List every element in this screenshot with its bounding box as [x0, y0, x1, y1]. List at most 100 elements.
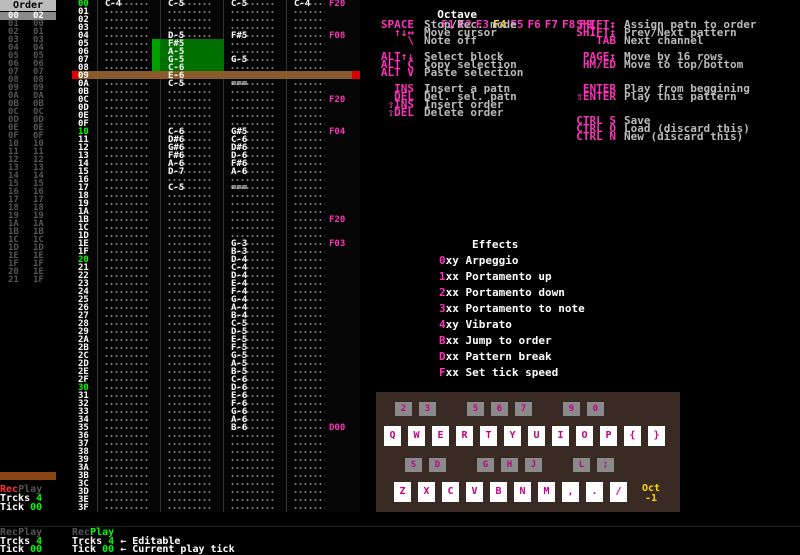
- piano-white-key[interactable]: Y: [504, 426, 521, 446]
- pattern-row[interactable]: 33 G-6: [75, 408, 360, 417]
- piano-white-key[interactable]: C: [442, 482, 459, 502]
- pattern-row[interactable]: 21 C-4: [75, 264, 360, 273]
- pattern-row[interactable]: 35 B-6 D00: [75, 424, 360, 433]
- pattern-row[interactable]: 1E G-3 F03: [75, 240, 360, 249]
- piano-white-key[interactable]: Z: [394, 482, 411, 502]
- piano-white-key[interactable]: V: [466, 482, 483, 502]
- piano-keyboard[interactable]: Oct -1 2 3 5 6 7 9 0 Q W E R T Y U I O P {} S D G H J L; Z X C V B N M…: [376, 392, 680, 512]
- pattern-row[interactable]: 12 G#6 D#6: [75, 144, 360, 153]
- pattern-row[interactable]: 16: [75, 176, 360, 185]
- pattern-row[interactable]: 11 D#6 C-6: [75, 136, 360, 145]
- piano-white-key[interactable]: B: [490, 482, 507, 502]
- pattern-row[interactable]: 39: [75, 456, 360, 465]
- pattern-row[interactable]: 0A C-5 ===: [75, 80, 360, 89]
- note-cell[interactable]: A-6: [231, 168, 263, 177]
- piano-white-key[interactable]: /: [610, 482, 627, 502]
- pattern-rows[interactable]: 00 C-4 C-5 C-5 C-4 F20 01 02 03 04 D-5 F#5 F08 05 F#5 0…: [75, 0, 360, 513]
- piano-black-key[interactable]: G: [477, 458, 494, 472]
- pattern-row[interactable]: 0C F20: [75, 96, 360, 105]
- note-cell[interactable]: B-6: [231, 424, 263, 433]
- piano-black-key[interactable]: ;: [597, 458, 614, 472]
- pattern-row[interactable]: 1F B-3: [75, 248, 360, 257]
- pattern-row[interactable]: 02: [75, 16, 360, 25]
- pattern-row[interactable]: 3C: [75, 480, 360, 489]
- pattern-row[interactable]: 1B F20: [75, 216, 360, 225]
- piano-white-key[interactable]: T: [480, 426, 497, 446]
- piano-white-key[interactable]: M: [538, 482, 555, 502]
- pattern-row[interactable]: 3E: [75, 496, 360, 505]
- note-cell[interactable]: G-5: [231, 56, 263, 65]
- pattern-row[interactable]: 34 A-6: [75, 416, 360, 425]
- piano-white-key[interactable]: }: [648, 426, 665, 446]
- pattern-row[interactable]: 2A E-5: [75, 336, 360, 345]
- pattern-row[interactable]: 17 C-5 ===: [75, 184, 360, 193]
- pattern-row[interactable]: 3F: [75, 504, 360, 513]
- piano-white-key[interactable]: E: [432, 426, 449, 446]
- piano-white-key[interactable]: U: [528, 426, 545, 446]
- pattern-row[interactable]: 25 G-4: [75, 296, 360, 305]
- piano-black-key[interactable]: S: [405, 458, 422, 472]
- pattern-row[interactable]: 22 D-4: [75, 272, 360, 281]
- note-cell[interactable]: ===: [231, 80, 263, 89]
- note-cell[interactable]: F#5: [231, 32, 263, 41]
- pattern-row[interactable]: 23 E-4: [75, 280, 360, 289]
- note-cell[interactable]: C-5: [231, 0, 263, 9]
- pattern-row[interactable]: 15 D-7 A-6: [75, 168, 360, 177]
- pattern-row[interactable]: 2D A-5: [75, 360, 360, 369]
- effect-cell[interactable]: F04: [329, 128, 357, 137]
- pattern-row[interactable]: 32 F-6: [75, 400, 360, 409]
- piano-white-key[interactable]: P: [600, 426, 617, 446]
- pattern-row[interactable]: 29 D-5: [75, 328, 360, 337]
- pattern-row[interactable]: 2C G-5: [75, 352, 360, 361]
- note-cell[interactable]: C-5: [168, 80, 200, 89]
- pattern-row[interactable]: 18: [75, 192, 360, 201]
- pattern-row[interactable]: 0E: [75, 112, 360, 121]
- pattern-row[interactable]: 06 A-5: [75, 48, 360, 57]
- piano-black-key[interactable]: H: [501, 458, 518, 472]
- piano-black-key[interactable]: 0: [587, 402, 604, 416]
- pattern-row[interactable]: 2E B-5: [75, 368, 360, 377]
- note-cell[interactable]: D-7: [168, 168, 200, 177]
- pattern-row[interactable]: 09 E-6: [75, 72, 360, 81]
- pattern-row[interactable]: 19: [75, 200, 360, 209]
- piano-black-key[interactable]: 2: [395, 402, 412, 416]
- pattern-row[interactable]: 3D: [75, 488, 360, 497]
- pattern-row[interactable]: 31 E-6: [75, 392, 360, 401]
- piano-black-key[interactable]: J: [525, 458, 542, 472]
- effect-cell[interactable]: F03: [329, 240, 357, 249]
- note-cell[interactable]: C-4: [294, 0, 326, 9]
- piano-black-key[interactable]: 3: [419, 402, 436, 416]
- pattern-row[interactable]: 07 G-5 G-5: [75, 56, 360, 65]
- pattern-row[interactable]: 30 D-6: [75, 384, 360, 393]
- piano-white-key[interactable]: N: [514, 482, 531, 502]
- pattern-row[interactable]: 0D: [75, 104, 360, 113]
- piano-white-key[interactable]: ,: [562, 482, 579, 502]
- note-cell[interactable]: C-4: [105, 0, 137, 9]
- pattern-row[interactable]: 01: [75, 8, 360, 17]
- piano-black-key[interactable]: L: [573, 458, 590, 472]
- pattern-row[interactable]: 13 F#6 D-6: [75, 152, 360, 161]
- pattern-row[interactable]: 03: [75, 24, 360, 33]
- order-row[interactable]: 21 1F: [0, 276, 56, 285]
- pattern-row[interactable]: 05 F#5: [75, 40, 360, 49]
- pattern-row[interactable]: 0B: [75, 88, 360, 97]
- pattern-row[interactable]: 20 D-4: [75, 256, 360, 265]
- pattern-row[interactable]: 36: [75, 432, 360, 441]
- piano-white-key[interactable]: I: [552, 426, 569, 446]
- pattern-row[interactable]: 24 F-4: [75, 288, 360, 297]
- pattern-row[interactable]: 10 C-6 G#5 F04: [75, 128, 360, 137]
- note-cell[interactable]: ===: [231, 184, 263, 193]
- pattern-row[interactable]: 26 A-4: [75, 304, 360, 313]
- piano-white-key[interactable]: {: [624, 426, 641, 446]
- pattern-row[interactable]: 2F C-6: [75, 376, 360, 385]
- piano-white-key[interactable]: O: [576, 426, 593, 446]
- pattern-row[interactable]: 0F: [75, 120, 360, 129]
- note-cell[interactable]: C-5: [168, 184, 200, 193]
- effect-cell[interactable]: F20: [329, 96, 357, 105]
- effect-cell[interactable]: D00: [329, 424, 357, 433]
- pattern-row[interactable]: 1C: [75, 224, 360, 233]
- pattern-row[interactable]: 2B F-5: [75, 344, 360, 353]
- piano-black-key[interactable]: 6: [491, 402, 508, 416]
- pattern-row[interactable]: 04 D-5 F#5 F08: [75, 32, 360, 41]
- pattern-row[interactable]: 27 B-4: [75, 312, 360, 321]
